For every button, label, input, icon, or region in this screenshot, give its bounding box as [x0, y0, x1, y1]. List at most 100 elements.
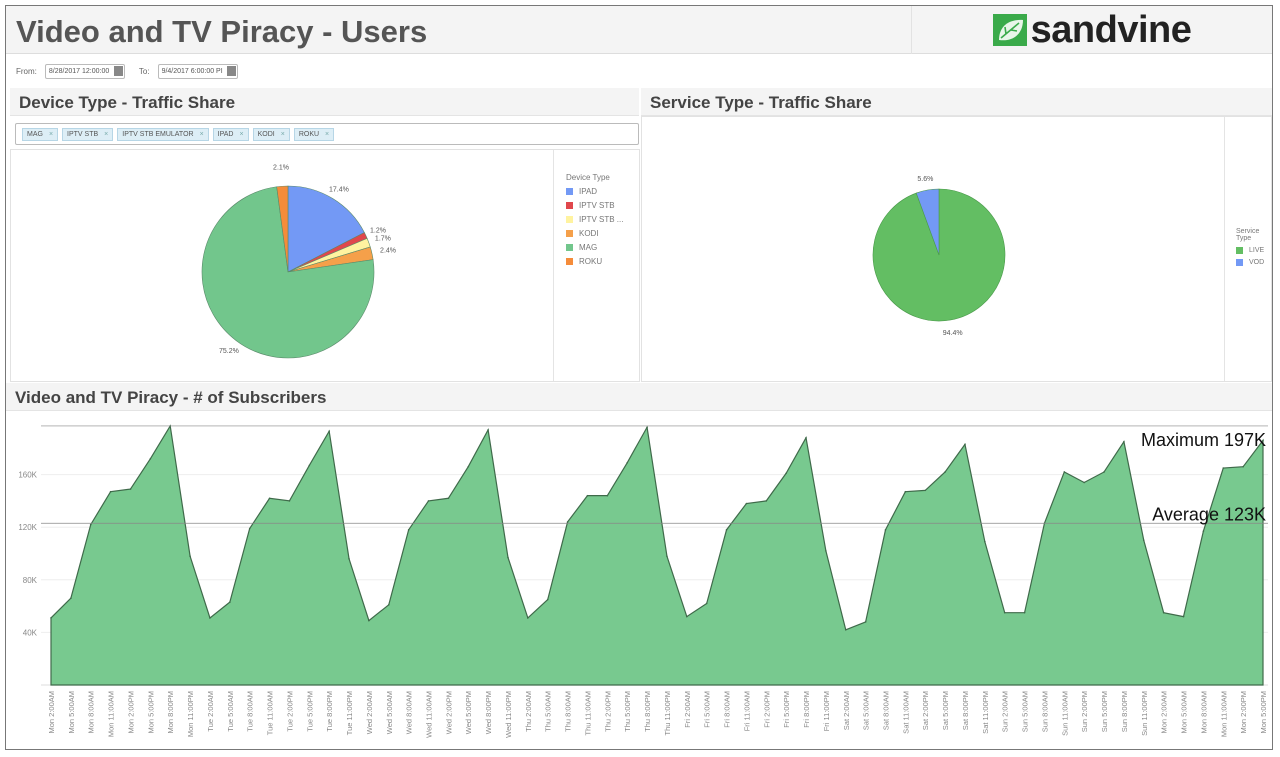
slice-label: 2.4%: [380, 248, 396, 255]
data-point[interactable]: [725, 529, 728, 531]
data-point[interactable]: [1222, 467, 1225, 469]
data-point[interactable]: [825, 550, 827, 552]
data-point[interactable]: [308, 464, 311, 467]
subscribers-area[interactable]: [50, 424, 1264, 686]
data-point[interactable]: [50, 617, 52, 619]
data-point[interactable]: [527, 617, 529, 619]
data-point[interactable]: [209, 617, 211, 619]
x-tick-label: Tue 5:00PM: [305, 691, 314, 732]
to-date-input[interactable]: 9/4/2017 6:00:00 PI: [157, 63, 238, 79]
data-point[interactable]: [189, 555, 191, 557]
remove-icon[interactable]: ×: [200, 131, 204, 138]
data-point[interactable]: [1083, 481, 1085, 484]
x-tick-label: Wed 11:00AM: [425, 691, 434, 738]
remove-icon[interactable]: ×: [325, 131, 329, 138]
chip[interactable]: IPAD ×: [212, 127, 249, 141]
data-point[interactable]: [1063, 471, 1066, 473]
data-point[interactable]: [288, 500, 291, 502]
device-filter-chips[interactable]: MAG × IPTV STB × IPTV STB EMULATOR × IPAD × …: [15, 123, 639, 145]
data-point[interactable]: [1003, 611, 1006, 614]
x-tick-label: Tue 11:00PM: [345, 691, 354, 735]
legend-item[interactable]: IPTV STB: [566, 201, 623, 210]
chip[interactable]: MAG ×: [22, 127, 59, 141]
data-point[interactable]: [407, 529, 410, 531]
x-tick-label: Sat 8:00PM: [961, 691, 970, 730]
service-legend: Service Type LIVE VOD: [1236, 228, 1265, 266]
data-point[interactable]: [129, 488, 132, 490]
data-point[interactable]: [924, 489, 927, 492]
data-point[interactable]: [666, 555, 668, 557]
chip[interactable]: IPTV STB EMULATOR ×: [117, 127, 209, 141]
data-point[interactable]: [705, 602, 708, 605]
data-point[interactable]: [864, 621, 867, 623]
data-point[interactable]: [785, 472, 787, 475]
data-point[interactable]: [765, 500, 768, 502]
chip[interactable]: IPTV STB ×: [62, 127, 114, 141]
data-point[interactable]: [427, 500, 430, 502]
remove-icon[interactable]: ×: [49, 131, 53, 138]
data-point[interactable]: [984, 540, 986, 543]
legend-item[interactable]: KODI: [566, 229, 623, 238]
data-point[interactable]: [626, 461, 628, 464]
dashboard: Video and TV Piracy - Users sandvine Fro…: [5, 5, 1273, 750]
remove-icon[interactable]: ×: [281, 131, 285, 138]
data-point[interactable]: [348, 557, 350, 560]
data-point[interactable]: [686, 615, 688, 618]
x-tick-label: Wed 8:00AM: [405, 691, 414, 734]
data-point[interactable]: [487, 429, 489, 431]
data-point[interactable]: [467, 465, 470, 468]
subscribers-panel-title: Video and TV Piracy - # of Subscribers: [6, 383, 1272, 411]
data-point[interactable]: [745, 502, 748, 505]
data-point[interactable]: [1142, 539, 1145, 542]
calendar-icon[interactable]: [113, 66, 123, 76]
data-point[interactable]: [646, 426, 648, 429]
calendar-icon[interactable]: [226, 66, 236, 76]
data-point[interactable]: [89, 523, 92, 526]
legend-item[interactable]: LIVE: [1236, 247, 1264, 254]
data-point[interactable]: [328, 430, 330, 433]
sandvine-logo: sandvine: [911, 6, 1272, 54]
data-point[interactable]: [268, 497, 271, 500]
x-tick-label: Fri 2:00PM: [762, 691, 771, 728]
x-tick-label: Mon 2:00PM: [126, 691, 135, 734]
data-point[interactable]: [70, 597, 72, 600]
data-point[interactable]: [586, 494, 589, 497]
leaf-logo-icon: [992, 14, 1027, 46]
data-point[interactable]: [447, 497, 450, 500]
legend-item[interactable]: IPTV STB ...: [566, 215, 623, 224]
legend-item[interactable]: ROKU: [566, 257, 623, 266]
data-point[interactable]: [904, 490, 907, 493]
data-point[interactable]: [1103, 471, 1105, 473]
data-point[interactable]: [844, 628, 847, 631]
data-point[interactable]: [884, 529, 887, 531]
data-point[interactable]: [1242, 465, 1244, 468]
data-point[interactable]: [805, 436, 807, 439]
data-point[interactable]: [229, 601, 231, 603]
data-point[interactable]: [566, 521, 569, 523]
remove-icon[interactable]: ×: [104, 131, 108, 138]
chip[interactable]: ROKU ×: [293, 127, 335, 141]
data-point[interactable]: [1123, 440, 1125, 443]
remove-icon[interactable]: ×: [240, 131, 244, 138]
data-point[interactable]: [1023, 611, 1026, 614]
data-point[interactable]: [944, 471, 946, 473]
data-point[interactable]: [149, 458, 152, 460]
data-point[interactable]: [109, 490, 112, 493]
data-point[interactable]: [368, 619, 370, 622]
data-point[interactable]: [1162, 611, 1165, 614]
data-point[interactable]: [1202, 530, 1205, 532]
legend-item[interactable]: VOD: [1236, 259, 1264, 266]
data-point[interactable]: [1182, 615, 1185, 618]
data-point[interactable]: [507, 556, 509, 559]
data-point[interactable]: [964, 443, 966, 446]
x-tick-label: Tue 8:00AM: [246, 691, 255, 732]
data-point[interactable]: [546, 598, 549, 601]
data-point[interactable]: [248, 527, 251, 530]
reference-label: Maximum 197K: [1141, 430, 1266, 450]
chip[interactable]: KODI ×: [252, 127, 290, 141]
legend-item[interactable]: MAG: [566, 243, 623, 252]
legend-item[interactable]: IPAD: [566, 187, 623, 196]
from-date-input[interactable]: 8/28/2017 12:00:00: [44, 63, 125, 79]
data-point[interactable]: [387, 603, 390, 606]
data-point[interactable]: [606, 494, 609, 497]
